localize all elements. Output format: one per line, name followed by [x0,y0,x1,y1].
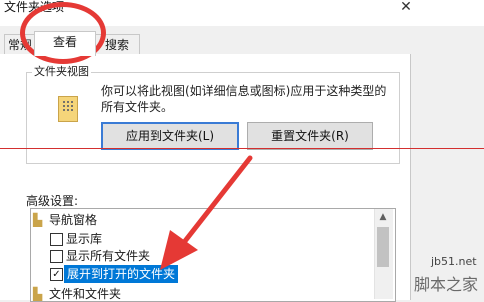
advanced-settings-label: 高级设置: [26,194,79,208]
checkbox[interactable] [50,233,63,246]
watermark-site: jb51.net [431,255,477,268]
tab-view-label: 查看 [52,35,77,49]
folder-icon: ▙ [33,287,43,301]
folder-view-icon [58,96,78,122]
reset-folders-button[interactable]: 重置文件夹(R) [247,122,373,150]
item-label: 显示库 [66,232,103,246]
watermark-brand: 脚本之家 [414,275,479,294]
tab-search-label: 搜索 [104,38,129,52]
checkbox-checked[interactable]: ✓ [50,268,63,281]
checkbox[interactable] [50,250,63,263]
scroll-thumb[interactable] [377,227,389,267]
item-label: 显示所有文件夹 [66,249,151,263]
scroll-up-icon[interactable]: ▲ [374,209,392,225]
annotation-arrow [160,155,253,270]
tab-view[interactable]: 查看 [34,31,96,56]
list-item[interactable]: ▙ 文件和文件夹 [31,285,377,301]
close-icon[interactable]: ✕ [394,0,418,16]
item-label: 导航窗格 [49,213,98,227]
apply-to-folders-button[interactable]: 应用到文件夹(L) [101,122,239,150]
folder-icon: ▙ [33,213,43,227]
annotation-line [0,148,484,149]
item-label: 文件和文件夹 [49,287,122,301]
folder-views-legend: 文件夹视图 [32,65,91,79]
folder-views-description: 你可以将此视图(如详细信息或图标)应用于这种类型的所有文件夹。 [101,84,387,114]
